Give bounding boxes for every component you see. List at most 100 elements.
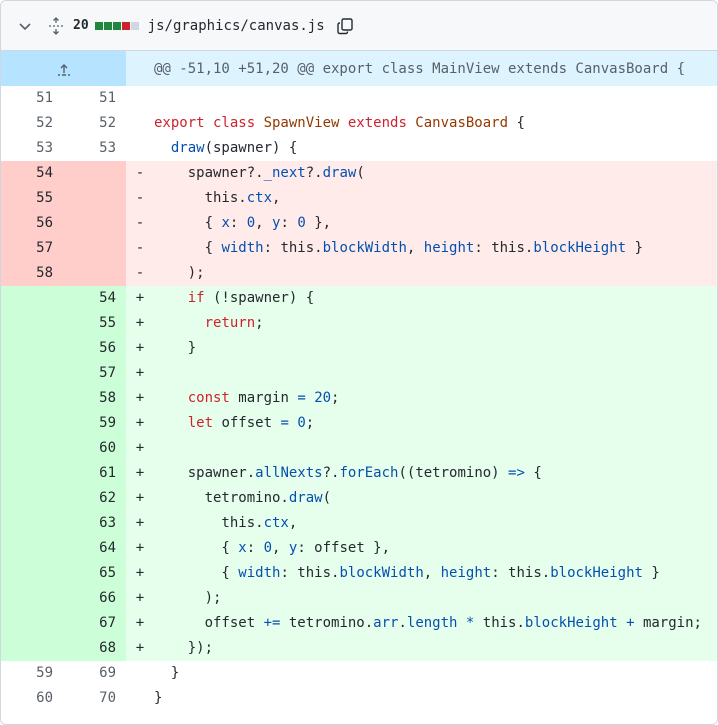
code-token: }	[154, 665, 180, 681]
code-line: spawner.allNexts?.forEach((tetromino) =>…	[154, 461, 717, 486]
code-line: this.ctx,	[154, 186, 717, 211]
diffstat-square	[121, 21, 130, 30]
old-line-number[interactable]: 60	[1, 686, 63, 711]
new-line-number[interactable]: 52	[63, 111, 126, 136]
old-line-number[interactable]	[1, 286, 63, 311]
new-line-number[interactable]: 63	[63, 511, 126, 536]
new-line-number[interactable]: 53	[63, 136, 126, 161]
code-token: ,	[288, 515, 298, 531]
old-line-number[interactable]: 52	[1, 111, 63, 136]
diffstat-square	[103, 21, 112, 30]
new-line-number[interactable]: 55	[63, 311, 126, 336]
new-line-number[interactable]	[63, 261, 126, 286]
diffstat-square	[112, 21, 121, 30]
diff-sign: +	[135, 490, 145, 506]
diff-sign	[126, 86, 154, 111]
code-token: }	[626, 240, 643, 256]
old-line-number[interactable]	[1, 386, 63, 411]
new-line-number[interactable]: 54	[63, 286, 126, 311]
context-line: 60 70}	[1, 686, 717, 711]
old-line-number[interactable]	[1, 311, 63, 336]
code-token: );	[154, 265, 205, 281]
expand-up-icon[interactable]	[1, 51, 126, 86]
old-line-number[interactable]	[1, 561, 63, 586]
new-line-number[interactable]: 62	[63, 486, 126, 511]
new-line-number[interactable]	[63, 211, 126, 236]
diff-sign	[126, 661, 154, 686]
code-token: .	[398, 615, 407, 631]
diff-sign: +	[135, 515, 145, 531]
code-token: ,	[272, 190, 281, 206]
code-token: 0	[297, 215, 306, 231]
old-line-number[interactable]	[1, 486, 63, 511]
old-line-number[interactable]: 58	[1, 261, 63, 286]
context-line: 52 52 export class SpawnView extends Canva…	[1, 111, 717, 136]
hunk-header: @@ -51,10 +51,20 @@ export class MainVie…	[154, 60, 686, 77]
new-line-number[interactable]: 59	[63, 411, 126, 436]
new-line-number[interactable]: 57	[63, 361, 126, 386]
old-line-number[interactable]	[1, 536, 63, 561]
chevron-down-icon[interactable]	[15, 16, 35, 36]
unfold-icon[interactable]	[43, 16, 69, 36]
new-line-number[interactable]: 51	[63, 86, 126, 111]
code-token: margin	[229, 390, 298, 406]
old-line-number[interactable]	[1, 611, 63, 636]
code-line: }	[154, 336, 717, 361]
new-line-number[interactable]: 68	[63, 636, 126, 661]
old-line-number[interactable]: 59	[1, 661, 63, 686]
old-line-number[interactable]	[1, 636, 63, 661]
copy-icon[interactable]	[335, 16, 355, 36]
new-line-number[interactable]: 56	[63, 336, 126, 361]
new-line-number[interactable]	[63, 161, 126, 186]
code-token: },	[305, 215, 332, 231]
old-line-number[interactable]	[1, 361, 63, 386]
code-token: ,	[272, 540, 289, 556]
old-line-number[interactable]: 53	[1, 136, 63, 161]
file-header: 20 js/graphics/canvas.js	[1, 1, 717, 51]
new-line-number[interactable]: 61	[63, 461, 126, 486]
new-line-number[interactable]: 67	[63, 611, 126, 636]
old-line-number[interactable]	[1, 586, 63, 611]
old-line-number[interactable]: 56	[1, 211, 63, 236]
code-token: }	[154, 690, 163, 706]
new-line-number[interactable]: 70	[63, 686, 126, 711]
diff-sign	[126, 686, 154, 711]
file-path[interactable]: js/graphics/canvas.js	[148, 18, 325, 34]
old-line-number[interactable]	[1, 336, 63, 361]
old-line-number[interactable]: 51	[1, 86, 63, 111]
code-token: 0	[263, 540, 273, 556]
code-token: blockHeight	[524, 615, 618, 631]
new-line-number[interactable]: 69	[63, 661, 126, 686]
new-line-number[interactable]	[63, 186, 126, 211]
code-token: (	[322, 490, 332, 506]
old-line-number[interactable]: 55	[1, 186, 63, 211]
new-line-number[interactable]	[63, 236, 126, 261]
old-line-number[interactable]	[1, 436, 63, 461]
new-line-number[interactable]: 66	[63, 586, 126, 611]
code-line: { width: this.blockWidth, height: this.b…	[154, 236, 717, 261]
code-line: let offset = 0;	[154, 411, 717, 436]
new-line-number[interactable]: 65	[63, 561, 126, 586]
code-line: }	[154, 661, 717, 686]
new-line-number[interactable]: 60	[63, 436, 126, 461]
new-line-number[interactable]: 64	[63, 536, 126, 561]
diff-sign: +	[135, 440, 145, 456]
old-line-number[interactable]	[1, 411, 63, 436]
new-line-number[interactable]: 58	[63, 386, 126, 411]
old-line-number[interactable]: 54	[1, 161, 63, 186]
code-token: });	[154, 640, 214, 656]
old-line-number[interactable]: 57	[1, 236, 63, 261]
code-token: this.	[154, 190, 247, 206]
deleted-line: 55 - this.ctx,	[1, 186, 717, 211]
old-line-number[interactable]	[1, 511, 63, 536]
added-line: 64 + { x: 0, y: offset },	[1, 536, 717, 561]
code-token: +=	[263, 615, 281, 631]
code-token: : this.	[280, 565, 340, 581]
old-line-number[interactable]	[1, 461, 63, 486]
diff-sign: -	[135, 215, 145, 231]
